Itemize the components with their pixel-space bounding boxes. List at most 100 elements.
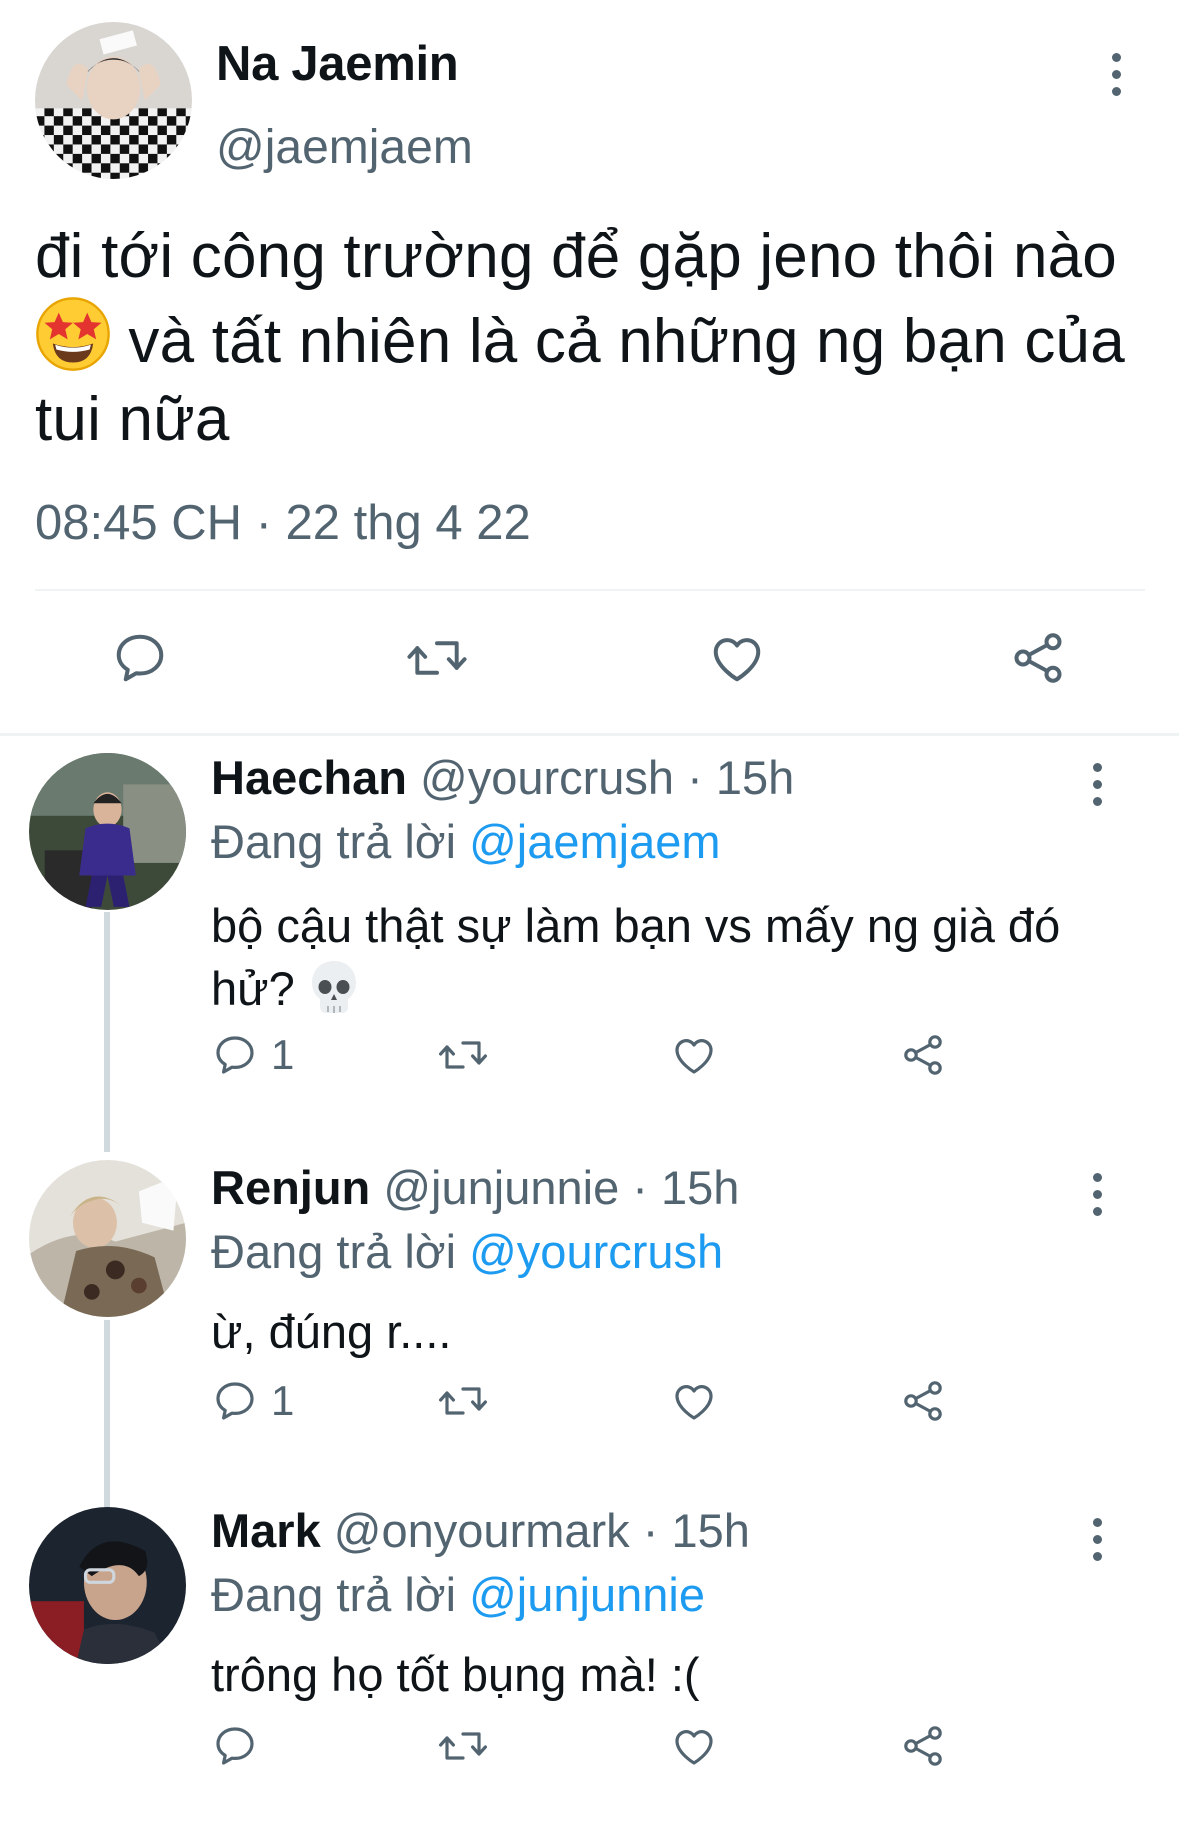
- share-icon: [904, 1035, 942, 1075]
- replying-to-label: Đang trả lời: [211, 1568, 470, 1621]
- reply-tweet[interactable]: Renjun @junjunnie · 15h Đang trả lời @yo…: [0, 1148, 1179, 1493]
- tweet-text-part-2: và tất nhiên là cả những ng bạn của tui …: [35, 307, 1125, 454]
- reply-text-content: ừ, đúng r....: [211, 1305, 452, 1358]
- retweet-button[interactable]: [437, 1722, 489, 1770]
- retweet-button[interactable]: [437, 1377, 489, 1425]
- author-handle[interactable]: @yourcrush: [420, 751, 674, 804]
- author-name[interactable]: Mark: [211, 1504, 321, 1557]
- avatar[interactable]: [29, 753, 186, 910]
- more-dot-icon: [1111, 86, 1121, 96]
- more-dot-icon: [1092, 762, 1102, 772]
- author-handle[interactable]: @jaemjaem: [216, 120, 473, 175]
- reply-text: bộ cậu thật sự làm bạn vs mấy ng già đó …: [211, 894, 1111, 1020]
- reply-button[interactable]: 1: [211, 1031, 294, 1079]
- more-options-button[interactable]: [1082, 754, 1112, 814]
- retweet-icon: [439, 1732, 487, 1760]
- retweet-button[interactable]: [437, 1031, 489, 1079]
- like-icon: [713, 638, 761, 682]
- share-button[interactable]: [1008, 628, 1068, 688]
- more-dot-icon: [1111, 69, 1121, 79]
- author-name[interactable]: Haechan: [211, 751, 407, 804]
- replying-to: Đang trả lời @yourcrush: [211, 1224, 723, 1279]
- more-dot-icon: [1092, 1206, 1102, 1216]
- mention-link[interactable]: @yourcrush: [469, 1225, 723, 1278]
- mention-link[interactable]: @jaemjaem: [469, 815, 720, 868]
- more-dot-icon: [1092, 1551, 1102, 1561]
- reply-tweet[interactable]: Mark @onyourmark · 15h Đang trả lời @jun…: [0, 1493, 1179, 1827]
- reply-action-bar: 1: [0, 1374, 1179, 1434]
- more-options-button[interactable]: [1082, 1164, 1112, 1224]
- retweet-icon: [439, 1387, 487, 1415]
- reply-text: ừ, đúng r....: [211, 1300, 1111, 1363]
- mention-link[interactable]: @junjunnie: [469, 1568, 705, 1621]
- more-dot-icon: [1111, 52, 1121, 62]
- author-name[interactable]: Renjun: [211, 1161, 370, 1214]
- share-button[interactable]: [899, 1722, 947, 1770]
- author-handle[interactable]: @onyourmark: [334, 1504, 630, 1557]
- like-icon: [675, 1730, 713, 1765]
- tweet-text: đi tới công trường để gặp jeno thôi nào …: [35, 218, 1145, 459]
- replying-to: Đang trả lời @jaemjaem: [211, 814, 721, 869]
- reply-count: 1: [271, 1031, 295, 1078]
- avatar-image: [35, 22, 192, 179]
- avatar[interactable]: [35, 22, 192, 179]
- like-icon: [675, 1385, 713, 1420]
- reply-time[interactable]: · 15h: [687, 751, 794, 804]
- author-name[interactable]: Na Jaemin: [216, 36, 459, 92]
- reply-button[interactable]: [211, 1722, 271, 1770]
- tweet-thread: Na Jaemin @jaemjaem đi tới công trường đ…: [0, 0, 1179, 1827]
- like-button[interactable]: [670, 1031, 718, 1079]
- reply-action-bar: [0, 1719, 1179, 1779]
- replying-to-label: Đang trả lời: [211, 1225, 470, 1278]
- more-dot-icon: [1092, 1172, 1102, 1182]
- divider: [35, 589, 1145, 591]
- reply-icon: [216, 1727, 254, 1765]
- share-icon: [1014, 633, 1062, 683]
- reply-button[interactable]: [110, 628, 170, 688]
- retweet-button[interactable]: [405, 628, 469, 688]
- like-button[interactable]: [670, 1377, 718, 1425]
- avatar[interactable]: [29, 1160, 186, 1317]
- reply-icon: [116, 634, 164, 682]
- share-icon: [904, 1381, 942, 1421]
- like-button[interactable]: [670, 1722, 718, 1770]
- share-button[interactable]: [899, 1031, 947, 1079]
- reply-header: Mark @onyourmark · 15h: [211, 1503, 750, 1558]
- reply-text: trông họ tốt bụng mà! :(: [211, 1643, 1111, 1706]
- avatar[interactable]: [29, 1507, 186, 1664]
- author-handle[interactable]: @junjunnie: [383, 1161, 619, 1214]
- tweet-timestamp[interactable]: 08:45 CH · 22 thg 4 22: [35, 495, 531, 551]
- main-tweet: Na Jaemin @jaemjaem đi tới công trường đ…: [0, 0, 1179, 733]
- like-icon: [675, 1039, 713, 1074]
- avatar-image: [29, 753, 186, 910]
- share-button[interactable]: [899, 1377, 947, 1425]
- reply-action-bar: 1: [0, 1028, 1179, 1088]
- like-button[interactable]: [707, 628, 767, 688]
- reply-text-content: trông họ tốt bụng mà! :(: [211, 1648, 700, 1701]
- reply-button[interactable]: 1: [211, 1377, 294, 1425]
- reply-header: Renjun @junjunnie · 15h: [211, 1160, 739, 1215]
- share-icon: [904, 1726, 942, 1766]
- replying-to: Đang trả lời @junjunnie: [211, 1567, 705, 1622]
- reply-time[interactable]: · 15h: [632, 1161, 739, 1214]
- more-dot-icon: [1092, 1189, 1102, 1199]
- reply-header: Haechan @yourcrush · 15h: [211, 750, 794, 805]
- retweet-icon: [439, 1041, 487, 1069]
- tweet-text-part-1: đi tới công trường để gặp jeno thôi nào: [35, 222, 1117, 291]
- reply-icon: [216, 1382, 254, 1420]
- reply-count: 1: [271, 1377, 295, 1424]
- star-struck-emoji-icon: [35, 296, 111, 372]
- more-dot-icon: [1092, 796, 1102, 806]
- more-options-button[interactable]: [1101, 44, 1131, 104]
- section-divider: [0, 733, 1179, 736]
- reply-icon: [216, 1036, 254, 1074]
- avatar-image: [29, 1160, 186, 1317]
- more-dot-icon: [1092, 1517, 1102, 1527]
- reply-time[interactable]: · 15h: [643, 1504, 750, 1557]
- replying-to-label: Đang trả lời: [211, 815, 470, 868]
- tweet-action-bar: [0, 620, 1179, 700]
- reply-tweet[interactable]: Haechan @yourcrush · 15h Đang trả lời @j…: [0, 740, 1179, 1140]
- more-options-button[interactable]: [1082, 1509, 1112, 1569]
- avatar-image: [29, 1507, 186, 1664]
- retweet-icon: [407, 641, 467, 675]
